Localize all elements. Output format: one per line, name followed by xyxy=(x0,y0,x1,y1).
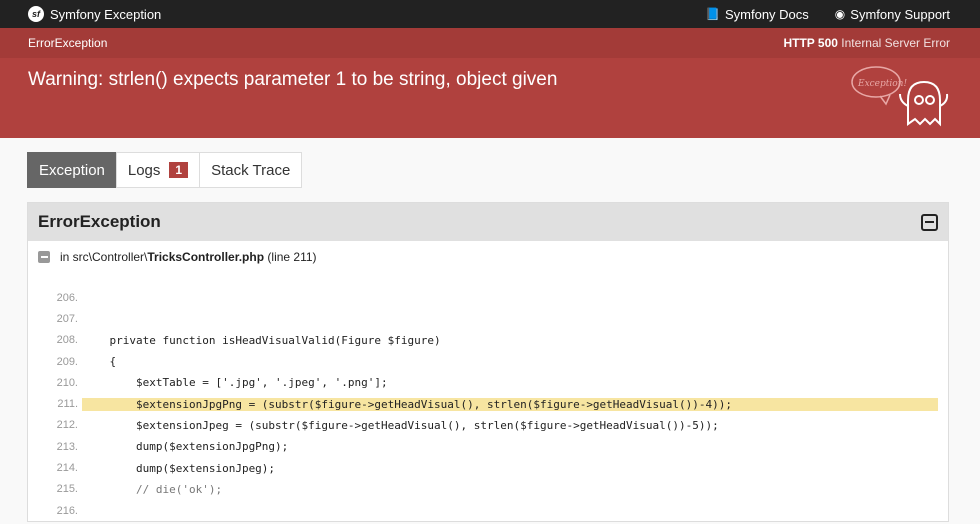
line-number: 206. xyxy=(56,291,78,304)
exception-ghost-icon: Exception! xyxy=(851,66,949,127)
exception-message: Warning: strlen() expects parameter 1 to… xyxy=(28,69,558,90)
tab-stack-trace[interactable]: Stack Trace xyxy=(199,152,303,188)
file-name: TricksController.php xyxy=(147,250,265,264)
file-prefix: in src\Controller\ xyxy=(60,250,148,264)
code-line: 208. private function isHeadVisualValid(… xyxy=(38,330,938,351)
book-icon: 📘 xyxy=(705,7,720,21)
logs-count-badge: 1 xyxy=(169,162,189,178)
tab-stack-trace-label: Stack Trace xyxy=(211,161,291,179)
brand-title: Symfony Exception xyxy=(50,6,162,22)
line-source: $extensionJpgPng = (substr($figure->getH… xyxy=(82,397,938,411)
tab-exception[interactable]: Exception xyxy=(27,152,117,188)
top-bar: sf Symfony Exception 📘 Symfony Docs ◉ Sy… xyxy=(0,0,980,28)
line-source: // die('ok'); xyxy=(83,482,223,496)
line-number: 211. xyxy=(57,398,78,411)
code-line: 216. xyxy=(38,500,938,521)
exception-header: ErrorException HTTP 500 Internal Server … xyxy=(0,28,980,138)
line-number: 209. xyxy=(56,355,78,368)
line-source: $extensionJpeg = (substr($figure->getHea… xyxy=(83,418,719,432)
tab-logs[interactable]: Logs 1 xyxy=(115,152,201,188)
line-source: { xyxy=(83,355,117,369)
trace-panel: ErrorException in src\Controller\TricksC… xyxy=(27,202,949,523)
line-number: 208. xyxy=(56,334,78,347)
tab-exception-label: Exception xyxy=(39,161,105,179)
collapse-code-icon[interactable] xyxy=(38,251,50,263)
status-text: Internal Server Error xyxy=(841,36,950,50)
main-content: Exception Logs 1 Stack Trace ErrorExcept… xyxy=(0,138,980,523)
ghost-speech-text: Exception! xyxy=(857,79,907,89)
line-source: dump($extensionJpgPng); xyxy=(83,440,289,454)
docs-label: Symfony Docs xyxy=(724,6,809,22)
line-source: private function isHeadVisualValid(Figur… xyxy=(83,333,441,347)
symfony-support-link[interactable]: ◉ Symfony Support xyxy=(835,7,950,22)
trace-title: ErrorException xyxy=(38,212,161,231)
exception-subheader: ErrorException HTTP 500 Internal Server … xyxy=(0,28,980,58)
brand: sf Symfony Exception xyxy=(28,6,161,22)
line-number: 216. xyxy=(56,504,78,517)
line-source: dump($extensionJpeg); xyxy=(83,461,276,475)
code-line-highlighted: 211. $extensionJpgPng = (substr($figure-… xyxy=(38,393,938,414)
top-links: 📘 Symfony Docs ◉ Symfony Support xyxy=(705,7,950,22)
line-number: 207. xyxy=(56,312,78,325)
code-excerpt: 206. 207. 208. private function isHeadVi… xyxy=(38,287,938,521)
status-code: HTTP 500 xyxy=(783,36,838,50)
exception-class: ErrorException xyxy=(28,36,108,50)
file-line: (line 211) xyxy=(267,250,317,264)
code-line: 214. dump($extensionJpeg); xyxy=(38,457,938,478)
line-number: 214. xyxy=(56,462,78,475)
code-line: 210. $extTable = ['.jpg', '.jpeg', '.png… xyxy=(38,372,938,393)
trace-header: ErrorException xyxy=(28,203,948,241)
code-line: 209. { xyxy=(38,351,938,372)
lifebuoy-icon: ◉ xyxy=(834,7,846,21)
line-number: 210. xyxy=(56,376,78,389)
symfony-logo-icon: sf xyxy=(28,6,44,22)
http-status: HTTP 500 Internal Server Error xyxy=(783,36,950,50)
code-line: 213. dump($extensionJpgPng); xyxy=(38,436,938,457)
tab-logs-label: Logs xyxy=(127,161,161,179)
code-line: 206. xyxy=(38,287,938,308)
line-number: 213. xyxy=(56,440,78,453)
line-source: $extTable = ['.jpg', '.jpeg', '.png']; xyxy=(83,376,388,390)
code-line: 212. $extensionJpeg = (substr($figure->g… xyxy=(38,415,938,436)
tab-bar: Exception Logs 1 Stack Trace xyxy=(27,152,949,188)
line-number: 215. xyxy=(56,483,78,496)
trace-file-row: in src\Controller\TricksController.php (… xyxy=(28,241,948,273)
support-label: Symfony Support xyxy=(850,6,950,22)
code-line: 207. xyxy=(38,308,938,329)
line-number: 212. xyxy=(56,419,78,432)
collapse-trace-icon[interactable] xyxy=(921,213,938,231)
code-line: 215. // die('ok'); xyxy=(38,479,938,500)
trace-file-path: in src\Controller\TricksController.php (… xyxy=(60,250,317,264)
symfony-docs-link[interactable]: 📘 Symfony Docs xyxy=(705,7,809,22)
